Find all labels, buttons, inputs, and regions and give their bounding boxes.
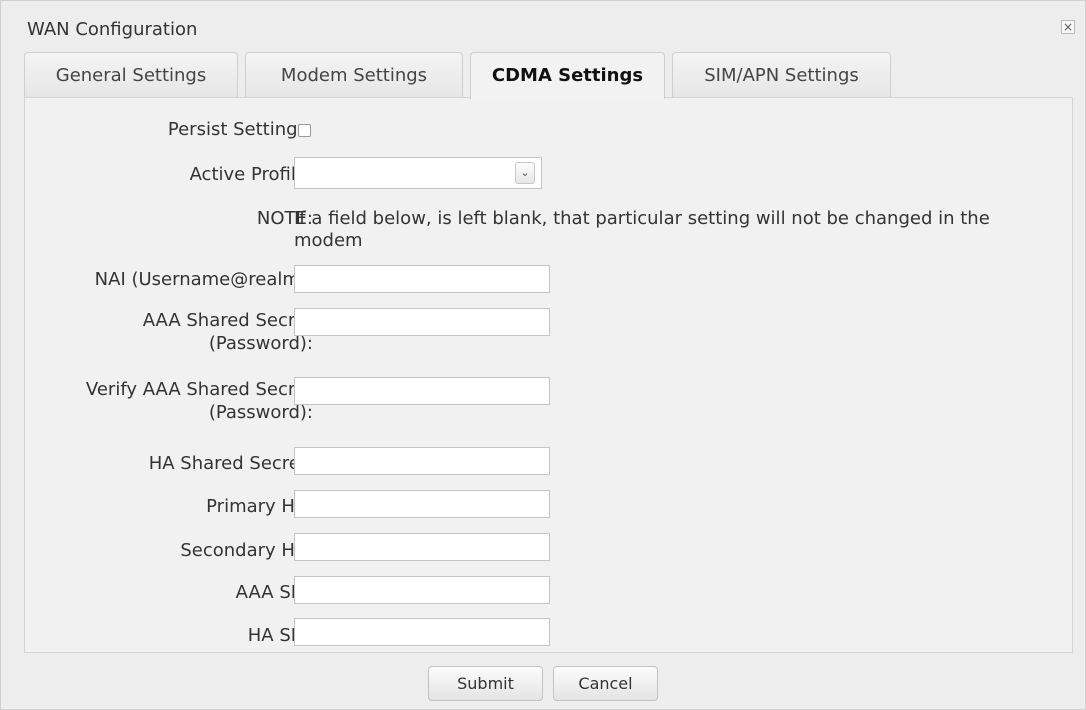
tab-cdma-settings[interactable]: CDMA Settings bbox=[470, 52, 665, 99]
cdma-settings-panel bbox=[24, 97, 1073, 653]
aaa-shared-secret-input[interactable] bbox=[294, 308, 550, 336]
note-text: If a field below, is left blank, that pa… bbox=[294, 208, 990, 251]
verify-aaa-shared-secret-label-line2: (Password): bbox=[208, 402, 313, 423]
dialog-title: WAN Configuration bbox=[27, 19, 198, 40]
active-profile-select[interactable]: ⌄ bbox=[294, 157, 542, 189]
persist-settings-checkbox[interactable] bbox=[298, 124, 311, 137]
aaa-shared-secret-label-line1: AAA Shared Secret bbox=[142, 310, 313, 331]
primary-ha-input[interactable] bbox=[294, 490, 550, 518]
aaa-shared-secret-label-line2: (Password): bbox=[208, 333, 313, 354]
nai-input[interactable] bbox=[294, 265, 550, 293]
chevron-down-icon[interactable]: ⌄ bbox=[515, 162, 535, 184]
tab-modem-settings[interactable]: Modem Settings bbox=[245, 52, 463, 98]
verify-aaa-shared-secret-input[interactable] bbox=[294, 377, 550, 405]
aaa-shared-secret-label: AAA Shared Secret (Password): bbox=[143, 309, 313, 355]
ha-spi-input[interactable] bbox=[294, 618, 550, 646]
verify-aaa-shared-secret-label-line1: Verify AAA Shared Secret bbox=[85, 379, 313, 400]
dialog-titlebar: WAN Configuration × bbox=[1, 1, 1085, 47]
ha-shared-secret-label: HA Shared Secret: bbox=[148, 453, 313, 474]
tab-general-settings[interactable]: General Settings bbox=[24, 52, 238, 98]
verify-aaa-shared-secret-label: Verify AAA Shared Secret (Password): bbox=[86, 378, 313, 424]
secondary-ha-input[interactable] bbox=[294, 533, 550, 561]
nai-label: NAI (Username@realm): bbox=[94, 269, 313, 290]
tab-bar: General Settings Modem Settings CDMA Set… bbox=[24, 52, 1076, 99]
tab-sim-apn-settings[interactable]: SIM/APN Settings bbox=[672, 52, 891, 98]
cancel-button[interactable]: Cancel bbox=[553, 666, 658, 701]
persist-settings-label: Persist Settings: bbox=[167, 119, 313, 140]
submit-button[interactable]: Submit bbox=[428, 666, 543, 701]
ha-shared-secret-input[interactable] bbox=[294, 447, 550, 475]
close-icon[interactable]: × bbox=[1061, 20, 1075, 34]
aaa-spi-input[interactable] bbox=[294, 576, 550, 604]
wan-configuration-dialog: WAN Configuration × General Settings Mod… bbox=[0, 0, 1086, 710]
